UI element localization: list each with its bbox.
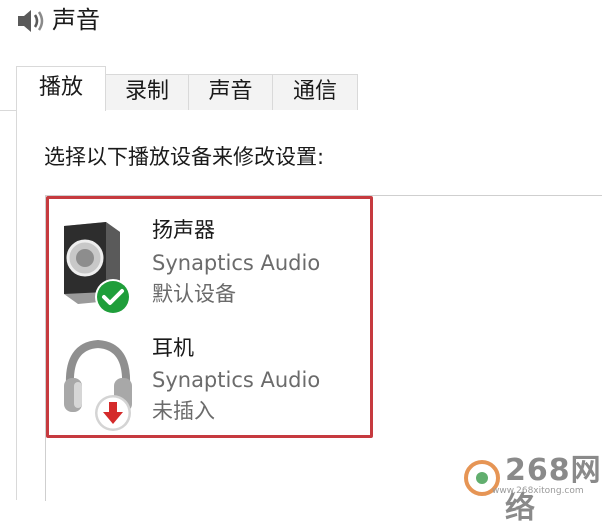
watermark-url: www.268xitong.com [492, 486, 584, 496]
highlight-box [46, 196, 373, 438]
title-bar: 声音 [0, 0, 602, 44]
tab-playback[interactable]: 播放 [16, 66, 106, 111]
tab-recording[interactable]: 录制 [105, 74, 189, 110]
tab-communications[interactable]: 通信 [272, 74, 358, 110]
speaker-icon [18, 10, 44, 32]
window-title: 声音 [52, 6, 100, 34]
tab-sounds[interactable]: 声音 [188, 74, 273, 110]
instruction-text: 选择以下播放设备来修改设置: [44, 145, 325, 169]
